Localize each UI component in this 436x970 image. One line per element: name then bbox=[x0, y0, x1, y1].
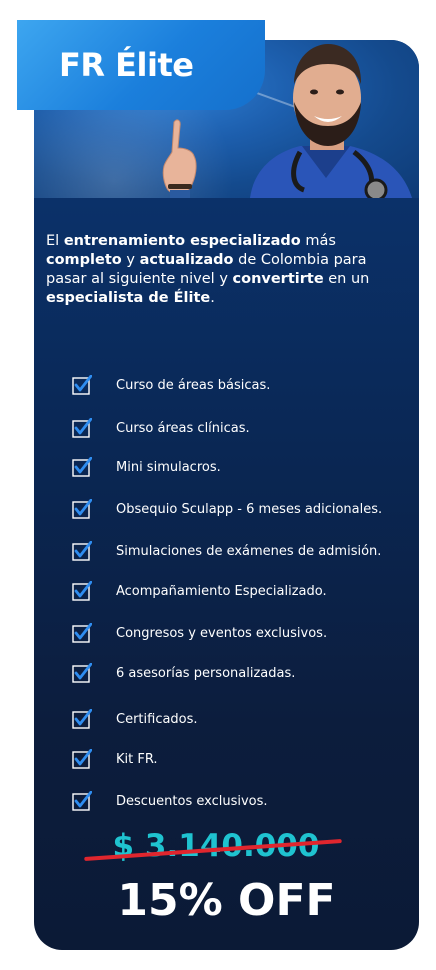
feature-item: Acompañamiento Especializado. bbox=[72, 578, 327, 604]
feature-label: Mini simulacros. bbox=[116, 459, 221, 475]
original-price: $ 3.140.000 bbox=[112, 828, 320, 864]
intro-fragment: . bbox=[210, 290, 215, 306]
feature-label: Simulaciones de exámenes de admisión. bbox=[116, 543, 382, 559]
intro-emphasis: convertirte bbox=[232, 271, 324, 287]
feature-item: 6 asesorías personalizadas. bbox=[72, 660, 295, 686]
intro-emphasis: completo bbox=[46, 252, 122, 268]
plan-title: FR Élite bbox=[59, 46, 194, 84]
intro-fragment: en un bbox=[323, 271, 370, 287]
checkbox-checked-icon bbox=[72, 375, 92, 395]
pointing-hand-icon bbox=[162, 119, 197, 198]
checkbox-checked-icon bbox=[72, 791, 92, 811]
checkbox-checked-icon bbox=[72, 541, 92, 561]
intro-emphasis: especialista de Élite bbox=[46, 290, 211, 306]
feature-label: Certificados. bbox=[116, 711, 198, 727]
checkbox-checked-icon bbox=[72, 623, 92, 643]
feature-item: Kit FR. bbox=[72, 746, 158, 772]
feature-label: Obsequio Sculapp - 6 meses adicionales. bbox=[116, 501, 383, 517]
checkbox-checked-icon bbox=[72, 709, 92, 729]
feature-label: Curso de áreas básicas. bbox=[116, 377, 271, 393]
plan-badge: FR Élite bbox=[17, 20, 265, 110]
feature-item: Certificados. bbox=[72, 706, 198, 732]
feature-item: Obsequio Sculapp - 6 meses adicionales. bbox=[72, 496, 382, 522]
feature-item: Congresos y eventos exclusivos. bbox=[72, 620, 327, 646]
discount-label: 15% OFF bbox=[117, 875, 336, 926]
intro-fragment: y bbox=[121, 252, 140, 268]
checkbox-checked-icon bbox=[72, 418, 92, 438]
intro-fragment: El bbox=[46, 233, 64, 249]
feature-label: Kit FR. bbox=[116, 751, 158, 767]
checkbox-checked-icon bbox=[72, 749, 92, 769]
intro-text: El entrenamiento especializado más compl… bbox=[46, 232, 396, 308]
checkbox-checked-icon bbox=[72, 499, 92, 519]
feature-label: Acompañamiento Especializado. bbox=[116, 583, 327, 599]
feature-item: Mini simulacros. bbox=[72, 454, 221, 480]
feature-item: Curso de áreas básicas. bbox=[72, 372, 270, 398]
feature-item: Simulaciones de exámenes de admisión. bbox=[72, 538, 381, 564]
feature-label: 6 asesorías personalizadas. bbox=[116, 665, 296, 681]
intro-emphasis: actualizado bbox=[139, 252, 234, 268]
intro-fragment: más bbox=[300, 233, 336, 249]
feature-label: Descuentos exclusivos. bbox=[116, 793, 268, 809]
feature-item: Curso áreas clínicas. bbox=[72, 415, 250, 441]
checkbox-checked-icon bbox=[72, 663, 92, 683]
feature-label: Curso áreas clínicas. bbox=[116, 420, 250, 436]
intro-emphasis: entrenamiento especializado bbox=[63, 233, 301, 249]
feature-label: Congresos y eventos exclusivos. bbox=[116, 625, 328, 641]
checkbox-checked-icon bbox=[72, 457, 92, 477]
feature-item: Descuentos exclusivos. bbox=[72, 788, 268, 814]
checkbox-checked-icon bbox=[72, 581, 92, 601]
